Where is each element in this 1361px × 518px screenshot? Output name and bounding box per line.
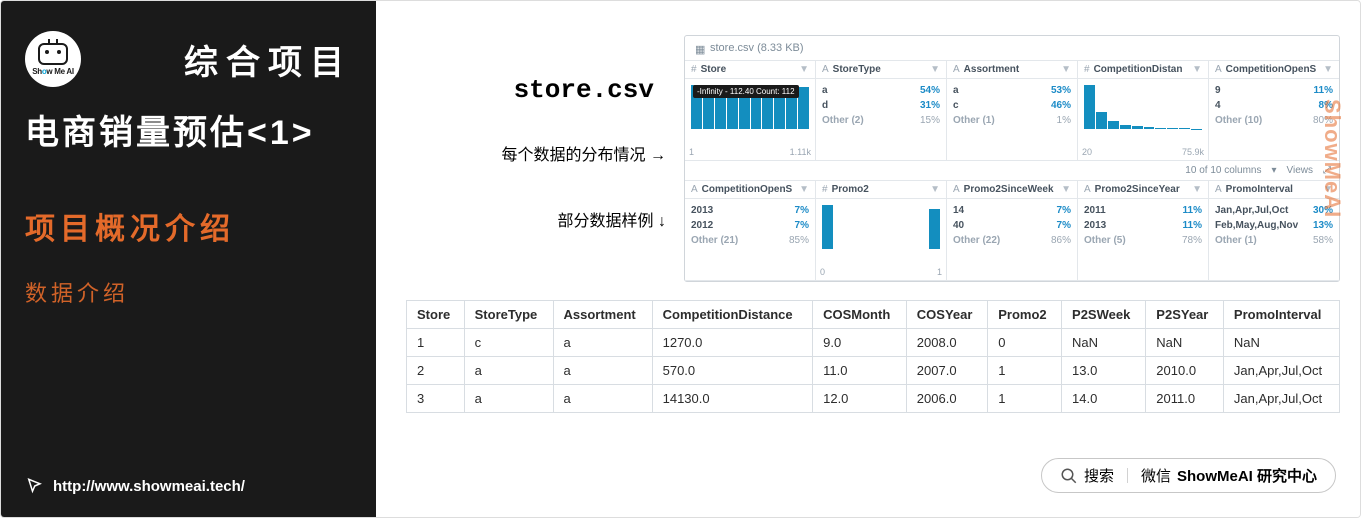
value-row: 201311%: [1084, 218, 1202, 233]
filter-icon[interactable]: ▼: [1192, 64, 1202, 75]
sidebar: Show Me AI 综合项目 电商销量预估<1> 项目概况介绍 数据介绍 ht…: [1, 1, 376, 517]
profile-column: APromo2SinceWeek▼ 147%407%Other (22)86%: [947, 181, 1078, 281]
column-header[interactable]: APromo2SinceYear▼: [1078, 181, 1208, 199]
value-row: a53%: [953, 83, 1071, 98]
value-row: 201111%: [1084, 203, 1202, 218]
heading-category: 综合项目: [101, 35, 352, 84]
profile-row-2: ACompetitionOpenS▼ 20137%20127%Other (21)…: [685, 181, 1339, 281]
histogram: -Infinity - 112.40 Count: 112: [691, 83, 809, 131]
profile-toolbar: 10 of 10 columns▾ Views ⤢: [685, 161, 1339, 181]
table-header-cell: PromoInterval: [1223, 301, 1339, 329]
value-row: Other (21)85%: [691, 233, 809, 248]
table-header-cell: COSMonth: [813, 301, 907, 329]
table-header-cell: P2SYear: [1146, 301, 1224, 329]
table-header-cell: Store: [407, 301, 465, 329]
footer-url-text: http://www.showmeai.tech/: [53, 478, 245, 495]
watermark: ShowMeAI: [1305, 36, 1345, 281]
filter-icon[interactable]: ▼: [1192, 184, 1202, 195]
value-row: Other (1)1%: [953, 113, 1071, 128]
profile-file-label: store.csv (8.33 KB): [710, 42, 804, 54]
data-profile-panel: ShowMeAI store.csv (8.33 KB) #Store▼-Inf…: [684, 35, 1340, 282]
value-row: Other (2)15%: [822, 113, 940, 128]
filter-icon[interactable]: ▼: [1061, 184, 1071, 195]
value-row: Other (5)78%: [1084, 233, 1202, 248]
filter-icon[interactable]: ▼: [930, 184, 940, 195]
profile-column: #Store▼-Infinity - 112.40 Count: 11211.1…: [685, 61, 816, 161]
column-header[interactable]: #Promo2▼: [816, 181, 946, 199]
table-row: 3aa14130.012.02006.0114.02011.0Jan,Apr,J…: [407, 385, 1340, 413]
column-header[interactable]: #CompetitionDistan▼: [1078, 61, 1208, 79]
search-icon: [1060, 467, 1078, 485]
table-header-cell: Promo2: [988, 301, 1062, 329]
column-header[interactable]: AAssortment▼: [947, 61, 1077, 79]
logo-row: Show Me AI 综合项目: [25, 31, 352, 87]
table-row: 1ca1270.09.02008.00NaNNaNNaN: [407, 329, 1340, 357]
profile-column: #Promo2▼01: [816, 181, 947, 281]
value-row: 20137%: [691, 203, 809, 218]
profile-column: AStoreType▼ a54%d31%Other (2)15%: [816, 61, 947, 161]
profile-row-1: #Store▼-Infinity - 112.40 Count: 11211.1…: [685, 61, 1339, 161]
main: store.csv 每个数据的分布情况 → 部分数据样例 ↓ ShowMeAI …: [376, 1, 1360, 517]
histogram-tooltip: -Infinity - 112.40 Count: 112: [693, 85, 799, 98]
table-header-cell: StoreType: [464, 301, 553, 329]
slide: Show Me AI 综合项目 电商销量预估<1> 项目概况介绍 数据介绍 ht…: [0, 0, 1361, 518]
histogram: [1084, 83, 1202, 131]
table-header-cell: CompetitionDistance: [652, 301, 813, 329]
profile-column: ACompetitionOpenS▼ 20137%20127%Other (21)…: [685, 181, 816, 281]
column-header[interactable]: APromo2SinceWeek▼: [947, 181, 1077, 199]
wechat-search-pill[interactable]: 搜索 ｜ 微信 ShowMeAI 研究中心: [1041, 458, 1336, 493]
data-table: StoreStoreTypeAssortmentCompetitionDista…: [406, 300, 1340, 413]
filter-icon[interactable]: ▼: [799, 184, 809, 195]
table-header-cell: COSYear: [906, 301, 987, 329]
footer-link[interactable]: http://www.showmeai.tech/: [25, 477, 245, 495]
logo-badge: Show Me AI: [25, 31, 81, 87]
filter-icon[interactable]: ▼: [799, 64, 809, 75]
table-header-cell: P2SWeek: [1062, 301, 1146, 329]
value-row: c46%: [953, 98, 1071, 113]
value-row: d31%: [822, 98, 940, 113]
column-header[interactable]: #Store▼: [685, 61, 815, 79]
profile-column: AAssortment▼ a53%c46%Other (1)1%: [947, 61, 1078, 161]
column-header[interactable]: AStoreType▼: [816, 61, 946, 79]
value-row: a54%: [822, 83, 940, 98]
histogram: [822, 203, 940, 251]
brand-name: ShowMeAI 研究中心: [1177, 465, 1317, 486]
value-row: 407%: [953, 218, 1071, 233]
section-active: 项目概况介绍: [25, 204, 352, 248]
profile-column: APromo2SinceYear▼ 201111%201311%Other (5)…: [1078, 181, 1209, 281]
heading-title: 电商销量预估<1>: [25, 105, 352, 154]
note-distribution: 每个数据的分布情况 →: [406, 141, 666, 165]
section-sub: 数据介绍: [25, 276, 352, 308]
table-header-row: StoreStoreTypeAssortmentCompetitionDista…: [407, 301, 1340, 329]
csv-block: store.csv 每个数据的分布情况 → 部分数据样例 ↓: [406, 35, 666, 282]
value-row: 20127%: [691, 218, 809, 233]
note-sample: 部分数据样例 ↓: [406, 207, 666, 231]
value-row: 147%: [953, 203, 1071, 218]
csv-filename: store.csv: [406, 75, 654, 105]
column-header[interactable]: ACompetitionOpenS▼: [685, 181, 815, 199]
value-row: Other (22)86%: [953, 233, 1071, 248]
filter-icon[interactable]: ▼: [930, 64, 940, 75]
grid-icon: [695, 43, 705, 53]
table-row: 2aa570.011.02007.0113.02010.0Jan,Apr,Jul…: [407, 357, 1340, 385]
profile-column: #CompetitionDistan▼2075.9k: [1078, 61, 1209, 161]
cursor-icon: [25, 477, 43, 495]
columns-count[interactable]: 10 of 10 columns: [1185, 165, 1261, 176]
filter-icon[interactable]: ▼: [1061, 64, 1071, 75]
table-header-cell: Assortment: [553, 301, 652, 329]
profile-file-header: store.csv (8.33 KB): [685, 36, 1339, 61]
